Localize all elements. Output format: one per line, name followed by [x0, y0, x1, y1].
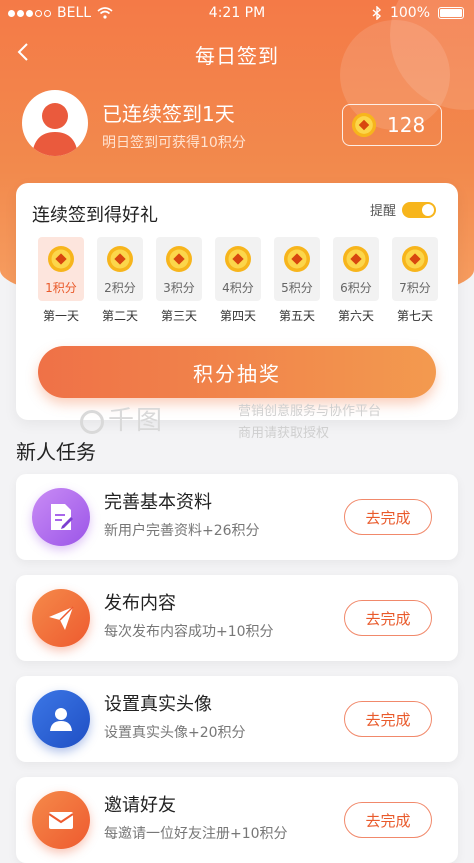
task-complete-button[interactable]: 去完成: [344, 802, 432, 838]
coin-icon: [166, 246, 192, 272]
task-invite-friend: 邀请好友 每邀请一位好友注册+10积分 去完成: [16, 777, 458, 863]
coin-icon: [343, 246, 369, 272]
tomorrow-reward-text: 明日签到可获得10积分: [102, 135, 246, 151]
day-points: 5积分: [281, 281, 313, 295]
points-balance[interactable]: 128: [342, 104, 442, 146]
battery-icon: [438, 7, 464, 19]
user-icon: [32, 690, 90, 748]
checkin-day-7[interactable]: 7积分 第七天: [392, 237, 438, 324]
day-label: 第三天: [160, 309, 197, 323]
paper-plane-icon: [32, 589, 90, 647]
task-desc: 设置真实头像+20积分: [104, 725, 246, 741]
day-label: 第六天: [337, 309, 374, 323]
status-bar: BELL 4:21 PM 100%: [0, 0, 474, 28]
day-label: 第五天: [278, 309, 315, 323]
day-points: 7积分: [399, 281, 431, 295]
task-desc: 新用户完善资料+26积分: [104, 523, 260, 539]
coin-icon: [225, 246, 251, 272]
day-points: 2积分: [104, 281, 136, 295]
task-complete-profile: 完善基本资料 新用户完善资料+26积分 去完成: [16, 474, 458, 560]
remind-label: 提醒: [369, 204, 396, 219]
lottery-button[interactable]: 积分抽奖: [38, 346, 436, 398]
task-desc: 每邀请一位好友注册+10积分: [104, 826, 288, 842]
day-points: 3积分: [163, 281, 195, 295]
task-complete-button[interactable]: 去完成: [344, 499, 432, 535]
task-complete-button[interactable]: 去完成: [344, 701, 432, 737]
streak-text: 已连续签到1天: [102, 102, 235, 126]
coin-icon: [48, 246, 74, 272]
task-complete-button[interactable]: 去完成: [344, 600, 432, 636]
remind-toggle[interactable]: [402, 201, 436, 218]
points-value: 128: [387, 113, 426, 137]
checkin-day-4[interactable]: 4积分 第四天: [215, 237, 261, 324]
day-label: 第二天: [101, 309, 138, 323]
checkin-card-title: 连续签到得好礼: [32, 205, 158, 226]
watermark-line: 商用请获取授权: [238, 426, 330, 441]
watermark-line: 营销创意服务与协作平台: [238, 404, 382, 419]
envelope-icon: [32, 791, 90, 849]
task-name: 设置真实头像: [104, 694, 212, 715]
day-label: 第一天: [42, 309, 79, 323]
tasks-section-title: 新人任务: [16, 440, 96, 464]
checkin-day-1[interactable]: 1积分 第一天: [38, 237, 84, 324]
page-title: 每日签到: [195, 44, 279, 68]
day-label: 第七天: [396, 309, 433, 323]
checkin-day-2[interactable]: 2积分 第二天: [97, 237, 143, 324]
task-name: 完善基本资料: [104, 492, 212, 513]
day-points: 4积分: [222, 281, 254, 295]
coin-icon: [402, 246, 428, 272]
avatar[interactable]: [22, 90, 88, 156]
checkin-day-6[interactable]: 6积分 第六天: [333, 237, 379, 324]
day-points: 1积分: [45, 281, 77, 295]
watermark-logo: 千图: [80, 400, 164, 437]
document-edit-icon: [32, 488, 90, 546]
battery-percent: 100%: [389, 5, 430, 21]
coin-icon: [351, 112, 377, 138]
coin-icon: [107, 246, 133, 272]
user-silhouette-icon: [32, 103, 78, 156]
remind-toggle-group: 提醒: [370, 200, 436, 219]
bluetooth-icon: [372, 6, 381, 20]
day-label: 第四天: [219, 309, 256, 323]
task-desc: 每次发布内容成功+10积分: [104, 624, 274, 640]
watermark: 千图 营销创意服务与协作平台 商用请获取授权: [80, 398, 420, 442]
checkin-day-3[interactable]: 3积分 第三天: [156, 237, 202, 324]
task-name: 发布内容: [104, 593, 176, 614]
task-publish-content: 发布内容 每次发布内容成功+10积分 去完成: [16, 575, 458, 661]
checkin-day-5[interactable]: 5积分 第五天: [274, 237, 320, 324]
coin-icon: [284, 246, 310, 272]
task-set-avatar: 设置真实头像 设置真实头像+20积分 去完成: [16, 676, 458, 762]
task-name: 邀请好友: [104, 795, 176, 816]
day-points: 6积分: [340, 281, 372, 295]
